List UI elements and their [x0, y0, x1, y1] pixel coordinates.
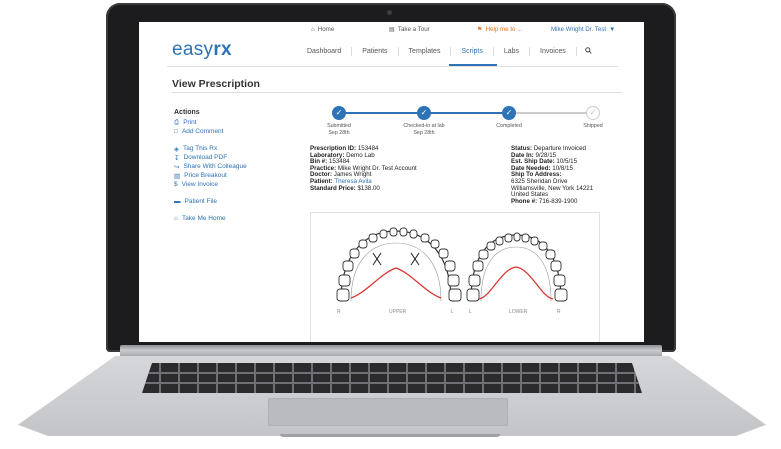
download-pdf-label: Download PDF — [183, 154, 228, 161]
share-colleague-action[interactable]: ↪ Share With Colleague — [174, 162, 294, 171]
phone-value: 716-839-1900 — [538, 197, 578, 205]
step-shipped-pending-icon: ✓ — [586, 106, 600, 120]
tour-label: Take a Tour — [397, 26, 430, 33]
laboratory-value: Demo Lab — [346, 151, 375, 159]
step-completed-check-icon: ✓ — [502, 106, 516, 120]
take-me-home-action[interactable]: ⌂ Take Me Home — [174, 214, 294, 223]
price-label: Standard Price: — [310, 184, 356, 192]
price-value: $138.00 — [357, 184, 380, 192]
folder-icon: ▬ — [174, 198, 181, 205]
upper-left-side-label: L — [451, 309, 454, 315]
step-submitted-label: Submitted Sep 28th — [327, 123, 351, 136]
arch-diagram: R UPPER L L LOWER R — [310, 212, 600, 342]
dollar-icon: $ — [174, 181, 178, 188]
status-progress: ✓ ✓ ✓ ✓ Submitted Sep 28th Checked-in at … — [309, 106, 603, 136]
share-colleague-label: Share With Colleague — [183, 163, 247, 170]
upper-wire — [350, 267, 442, 299]
caret-down-icon: ▼ — [609, 26, 616, 33]
upper-arch-label: UPPER — [389, 309, 407, 315]
download-icon: ↧ — [174, 154, 180, 162]
nav-templates[interactable]: Templates — [399, 46, 452, 56]
help-link[interactable]: ⚑ Help me to ... — [477, 26, 522, 33]
progress-track-pending — [509, 112, 593, 114]
view-invoice-action[interactable]: $ View Invoice — [174, 180, 294, 189]
home-icon: ⌂ — [174, 215, 178, 222]
home-label: Home — [317, 26, 335, 33]
share-icon: ↪ — [174, 163, 180, 171]
price-breakout-action[interactable]: ▧ Price Breakout — [174, 171, 294, 180]
tag-rx-label: Tag This Rx — [183, 145, 218, 152]
keyboard — [142, 363, 642, 393]
nav-divider — [167, 66, 619, 67]
camera-icon — [387, 10, 392, 15]
upper-right-side-label: R — [337, 309, 341, 315]
logo-part1: easy — [172, 39, 214, 60]
take-me-home-label: Take Me Home — [181, 215, 226, 222]
logo[interactable]: easyrx — [172, 39, 232, 61]
search-icon[interactable] — [577, 46, 592, 56]
utility-bar: ⌂ Home ▤ Take a Tour ⚑ Help me to ... Mi… — [139, 22, 644, 36]
download-pdf-action[interactable]: ↧ Download PDF — [174, 153, 294, 162]
step-shipped-label: Shipped — [583, 123, 603, 129]
nav-scripts[interactable]: Scripts — [451, 46, 494, 56]
bookmark-icon: ⚑ — [477, 26, 483, 33]
money-icon: ▧ — [174, 172, 181, 180]
shipping-details: Status: Departure Invoiced Date In: 9/28… — [511, 145, 593, 205]
nav-dashboard[interactable]: Dashboard — [297, 46, 353, 56]
upper-arch — [336, 227, 462, 302]
lower-wire — [478, 266, 554, 300]
lower-arch-label: LOWER — [509, 309, 528, 315]
page-title: View Prescription — [172, 78, 260, 90]
help-label: Help me to ... — [485, 26, 523, 33]
arch-diagram-svg: R UPPER L L LOWER R — [336, 227, 568, 315]
title-divider — [172, 92, 622, 93]
tour-link[interactable]: ▤ Take a Tour — [389, 26, 430, 33]
user-name: Mike Wright Dr. Test — [551, 26, 607, 33]
comment-icon: □ — [174, 128, 178, 135]
user-menu[interactable]: Mike Wright Dr. Test ▼ — [551, 26, 615, 33]
actions-sidebar: Actions ⎙ Print □ Add Comment ◈ Tag This Rx… — [174, 109, 294, 223]
print-action[interactable]: ⎙ Print — [174, 118, 294, 127]
add-comment-action[interactable]: □ Add Comment — [174, 127, 294, 136]
main-nav: Dashboard Patients Templates Scripts Lab… — [297, 44, 592, 58]
tag-rx-action[interactable]: ◈ Tag This Rx — [174, 144, 294, 153]
logo-part2: rx — [213, 39, 232, 60]
phone-label: Phone #: — [511, 197, 538, 205]
nav-patients[interactable]: Patients — [352, 46, 399, 56]
nav-invoices[interactable]: Invoices — [530, 46, 577, 56]
nav-active-indicator — [449, 64, 497, 66]
laptop-lip — [280, 434, 500, 437]
screen: ⌂ Home ▤ Take a Tour ⚑ Help me to ... Mi… — [139, 22, 644, 342]
presentation-icon: ▤ — [389, 26, 395, 33]
add-comment-label: Add Comment — [181, 128, 224, 135]
lower-right-side-label: R — [557, 309, 561, 315]
actions-heading: Actions — [174, 109, 200, 116]
trackpad — [268, 398, 508, 426]
home-icon: ⌂ — [311, 26, 315, 33]
nav-labs[interactable]: Labs — [494, 46, 531, 56]
print-label: Print — [183, 119, 197, 126]
step-completed-label: Completed — [496, 123, 522, 129]
step-checked-in-label: Checked-in at lab Sep 28th — [403, 123, 445, 136]
step-submitted-check-icon: ✓ — [332, 106, 346, 120]
patient-file-action[interactable]: ▬ Patient File — [174, 197, 294, 206]
print-icon: ⎙ — [174, 118, 180, 126]
lower-left-side-label: L — [469, 309, 472, 315]
patient-file-label: Patient File — [184, 198, 218, 205]
tag-icon: ◈ — [174, 145, 179, 153]
prescription-details: Prescription ID: 153484 Laboratory: Demo… — [310, 145, 417, 192]
home-link[interactable]: ⌂ Home — [311, 26, 334, 33]
price-breakout-label: Price Breakout — [184, 172, 227, 179]
view-invoice-label: View Invoice — [181, 181, 218, 188]
step-checked-in-check-icon: ✓ — [417, 106, 431, 120]
